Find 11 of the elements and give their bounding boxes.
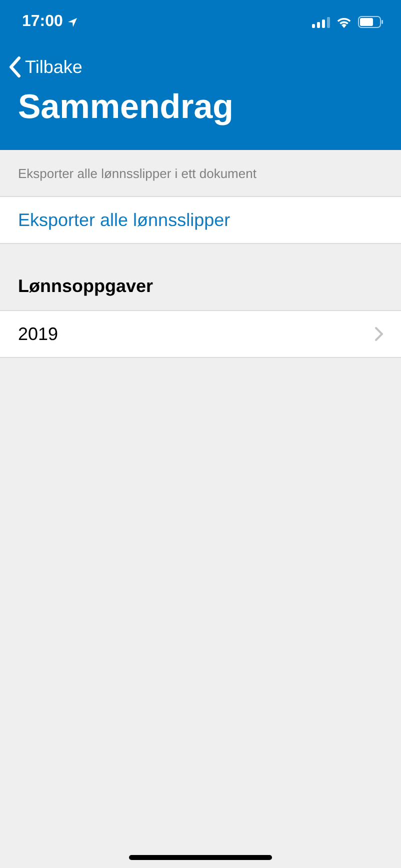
wifi-icon [336,16,352,28]
chevron-left-icon [9,56,21,78]
location-icon [66,16,78,28]
signal-icon [312,16,330,28]
back-button[interactable]: Tilbake [9,56,82,78]
battery-icon [358,16,384,28]
status-time: 17:00 [22,13,63,31]
page-title: Sammendrag [18,88,234,127]
list-item[interactable]: 2019 [0,311,401,358]
chevron-right-icon [375,327,383,341]
export-link[interactable]: Eksporter alle lønnsslipper [0,197,401,244]
